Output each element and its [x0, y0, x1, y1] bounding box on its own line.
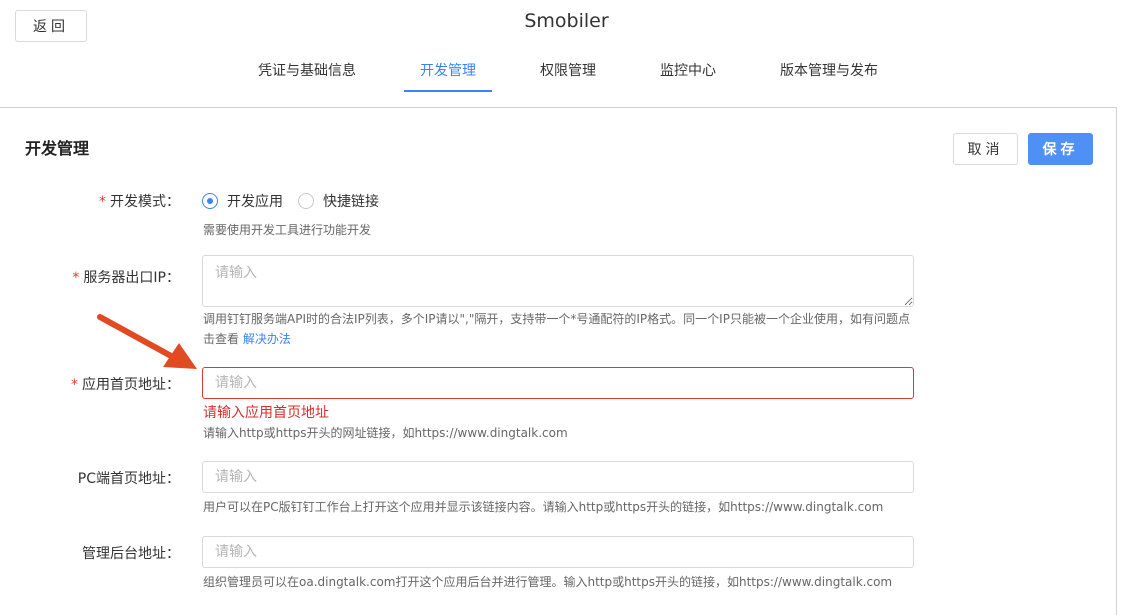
- content-top-border: [0, 107, 1117, 108]
- tab-dev-management[interactable]: 开发管理: [404, 52, 492, 92]
- home-url-input[interactable]: [202, 367, 914, 399]
- tab-monitoring[interactable]: 监控中心: [648, 52, 728, 92]
- radio-dev-app-label[interactable]: 开发应用: [227, 191, 283, 211]
- cancel-button[interactable]: 取消: [953, 133, 1018, 165]
- tab-version-release[interactable]: 版本管理与发布: [770, 52, 888, 92]
- pc-home-url-label: PC端首页地址：: [77, 471, 180, 487]
- section-title: 开发管理: [25, 139, 90, 158]
- required-mark: *: [99, 194, 106, 210]
- annotation-arrow-icon: [97, 314, 197, 369]
- dev-mode-help: 需要使用开发工具进行功能开发: [203, 223, 372, 237]
- home-url-help: 请输入http或https开头的网址链接，如https://www.dingta…: [203, 426, 568, 440]
- required-mark: *: [71, 377, 78, 393]
- server-ip-help: 调用钉钉服务端API时的合法IP列表，多个IP请以","隔开，支持带一个*号通配…: [203, 312, 910, 346]
- pc-home-url-help: 用户可以在PC版钉钉工作台上打开这个应用并显示该链接内容。请输入http或htt…: [203, 500, 884, 514]
- admin-url-help: 组织管理员可以在oa.dingtalk.com打开这个应用后台并进行管理。输入h…: [203, 575, 893, 589]
- top-bar: 返回 Smobiler 凭证与基础信息 开发管理 权限管理 监控中心 版本管理与…: [0, 0, 1133, 92]
- tab-credentials[interactable]: 凭证与基础信息: [248, 52, 366, 92]
- tab-permissions[interactable]: 权限管理: [528, 52, 608, 92]
- server-ip-label: * 服务器出口IP：: [72, 270, 180, 286]
- required-mark: *: [72, 270, 80, 286]
- admin-url-label: 管理后台地址：: [82, 546, 180, 562]
- radio-quick-link-label[interactable]: 快捷链接: [323, 191, 379, 211]
- save-button[interactable]: 保存: [1028, 133, 1093, 165]
- app-title: Smobiler: [524, 10, 609, 32]
- radio-quick-link[interactable]: [298, 193, 314, 209]
- pc-home-url-input[interactable]: [202, 461, 914, 493]
- admin-url-input[interactable]: [202, 536, 914, 568]
- tab-bar: 凭证与基础信息 开发管理 权限管理 监控中心 版本管理与发布: [0, 52, 1133, 92]
- home-url-error: 请输入应用首页地址: [203, 405, 329, 421]
- content-right-border: [1116, 107, 1117, 615]
- solution-link[interactable]: 解决办法: [243, 332, 291, 346]
- radio-dev-app[interactable]: [202, 193, 218, 209]
- home-url-label: * 应用首页地址：: [71, 377, 180, 393]
- server-ip-input[interactable]: [202, 255, 914, 307]
- dev-mode-label: * 开发模式：: [99, 194, 180, 210]
